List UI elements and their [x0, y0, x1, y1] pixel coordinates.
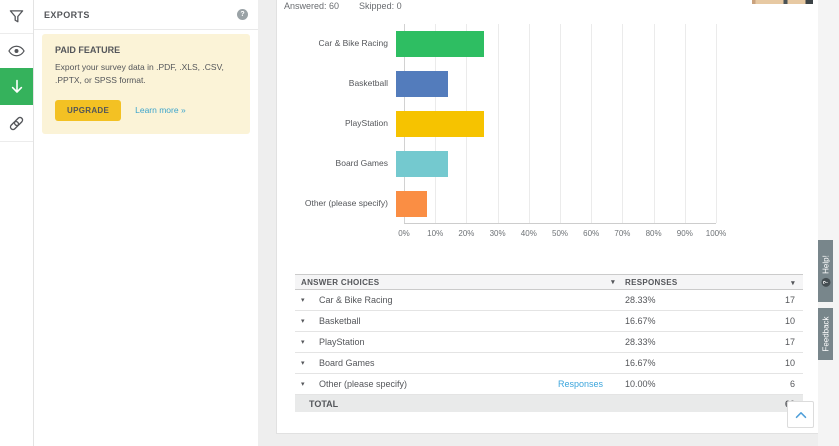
chart-bar-row: Basketball — [277, 64, 818, 104]
results-bar-chart: Car & Bike Racing Basketball PlayStation… — [277, 24, 818, 224]
bar-basketball[interactable] — [396, 71, 448, 97]
scroll-to-top-button[interactable] — [787, 401, 814, 428]
chart-x-axis: 0% 10% 20% 30% 40% 50% 60% 70% 80% 90% 1… — [404, 224, 716, 240]
row-expand-caret-icon[interactable]: ▾ — [301, 296, 315, 304]
feedback-tab[interactable]: Feedback — [818, 308, 833, 360]
row-percentage: 16.67% — [625, 358, 725, 368]
bar-playstation[interactable] — [396, 111, 484, 137]
total-label: TOTAL — [295, 399, 725, 409]
exports-panel-header: EXPORTS ? — [34, 0, 258, 30]
survey-results-screen: EXPORTS ? PAID FEATURE Export your surve… — [0, 0, 839, 446]
row-percentage: 28.33% — [625, 337, 725, 347]
bar-category-label: PlayStation — [277, 118, 396, 129]
answer-choices-header: ANSWER CHOICES — [301, 278, 379, 287]
bar-board-games[interactable] — [396, 151, 448, 177]
eye-icon — [8, 45, 25, 57]
paid-feature-box: PAID FEATURE Export your survey data in … — [42, 34, 250, 134]
paid-feature-title: PAID FEATURE — [55, 45, 237, 55]
row-expand-caret-icon[interactable]: ▾ — [301, 317, 315, 325]
row-count: 17 — [725, 295, 803, 305]
chart-bar-row: Other (please specify) — [277, 184, 818, 224]
table-row: ▾ PlayStation 28.33% 17 — [295, 332, 803, 353]
link-icon — [8, 115, 25, 132]
help-tab[interactable]: ? Help! — [818, 240, 833, 302]
question-results-card: Answered: 60 Skipped: 0 Car & Bike Racin… — [277, 0, 818, 433]
table-total-row: TOTAL 60 — [295, 395, 803, 412]
row-percentage: 10.00% — [625, 379, 725, 389]
row-percentage: 16.67% — [625, 316, 725, 326]
answer-choices-table: ANSWER CHOICES ▾ RESPONSES ▾ ▾ Car & Bik… — [295, 274, 803, 412]
chart-bar-row: Car & Bike Racing — [277, 24, 818, 64]
export-tool-button-active[interactable] — [0, 68, 33, 105]
table-row: ▾ Board Games 16.67% 10 — [295, 353, 803, 374]
exports-panel: EXPORTS ? PAID FEATURE Export your surve… — [34, 0, 258, 446]
cutoff-toolbar-sliver — [752, 0, 813, 4]
bar-category-label: Car & Bike Racing — [277, 38, 396, 49]
funnel-icon — [9, 9, 24, 24]
table-header-row: ANSWER CHOICES ▾ RESPONSES ▾ — [295, 274, 803, 290]
skipped-count: Skipped: 0 — [359, 1, 402, 11]
chevron-up-icon — [795, 411, 807, 419]
help-question-icon[interactable]: ? — [237, 9, 248, 20]
row-expand-caret-icon[interactable]: ▾ — [301, 380, 315, 388]
bar-category-label: Other (please specify) — [277, 198, 396, 209]
table-row: ▾ Car & Bike Racing 28.33% 17 — [295, 290, 803, 311]
chart-bar-row: PlayStation — [277, 104, 818, 144]
learn-more-link[interactable]: Learn more » — [135, 105, 186, 115]
row-percentage: 28.33% — [625, 295, 725, 305]
bar-category-label: Basketball — [277, 78, 396, 89]
analyze-tool-rail — [0, 0, 34, 446]
view-tool-button[interactable] — [0, 34, 33, 68]
responses-sort-caret-icon[interactable]: ▾ — [791, 280, 795, 287]
row-count: 17 — [725, 337, 803, 347]
responses-header: RESPONSES — [625, 278, 725, 287]
response-summary: Answered: 60 Skipped: 0 — [277, 0, 818, 11]
share-tool-button[interactable] — [0, 105, 33, 142]
right-edge-strip: ? Help! Feedback — [818, 0, 839, 446]
row-expand-caret-icon[interactable]: ▾ — [301, 338, 315, 346]
answered-count: Answered: 60 — [284, 1, 339, 11]
bar-other[interactable] — [396, 191, 427, 217]
answer-choices-sort-caret-icon[interactable]: ▾ — [611, 278, 615, 286]
exports-panel-title: EXPORTS — [44, 10, 90, 20]
help-tab-label: Help! — [821, 255, 830, 274]
row-count: 6 — [725, 379, 803, 389]
row-count: 10 — [725, 358, 803, 368]
table-row: ▾ Other (please specify) Responses 10.00… — [295, 374, 803, 395]
help-question-circle-icon: ? — [821, 278, 830, 287]
paid-feature-description: Export your survey data in .PDF, .XLS, .… — [55, 61, 237, 87]
download-arrow-icon — [10, 79, 24, 95]
table-row: ▾ Basketball 16.67% 10 — [295, 311, 803, 332]
filter-tool-button[interactable] — [0, 0, 33, 34]
bar-category-label: Board Games — [277, 158, 396, 169]
row-expand-caret-icon[interactable]: ▾ — [301, 359, 315, 367]
responses-link[interactable]: Responses — [558, 379, 625, 389]
bar-car-bike-racing[interactable] — [396, 31, 484, 57]
chart-bar-row: Board Games — [277, 144, 818, 184]
upgrade-button[interactable]: UPGRADE — [55, 100, 121, 121]
paid-feature-actions: UPGRADE Learn more » — [55, 100, 237, 121]
row-count: 10 — [725, 316, 803, 326]
feedback-tab-label: Feedback — [821, 316, 830, 351]
